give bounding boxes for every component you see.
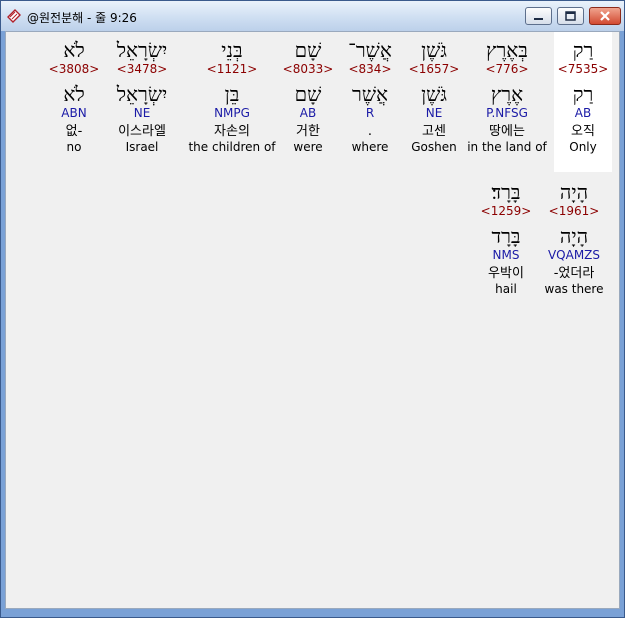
hebrew-surface: רַק bbox=[572, 38, 594, 62]
hebrew-lemma: גֹּשֶׁן bbox=[421, 82, 447, 106]
hebrew-surface: גֹּשֶׁן bbox=[421, 38, 447, 62]
english-gloss: were bbox=[293, 140, 323, 154]
word-column[interactable]: שָׁם <8033> שָׁם AB 거한 were bbox=[282, 38, 334, 154]
english-gloss: the children of bbox=[188, 140, 276, 154]
korean-gloss: 이스라엘 bbox=[118, 124, 166, 139]
english-gloss: hail bbox=[495, 282, 517, 296]
word-column[interactable]: בְּאֶרֶץ <776> אֶרֶץ P.NFSG 땅에는 in the l… bbox=[466, 38, 548, 154]
hebrew-lemma: בֵּן bbox=[224, 82, 240, 106]
hebrew-lemma: לֹא bbox=[63, 82, 85, 106]
word-column[interactable]: גֹּשֶׁן <1657> גֹּשֶׁן NE 고센 Goshen bbox=[406, 38, 462, 154]
hebrew-lemma: הָיָה bbox=[559, 224, 589, 248]
korean-gloss: 거한 bbox=[296, 124, 320, 139]
hebrew-surface: בָּרָד׃ bbox=[491, 180, 521, 204]
parsing-code: NE bbox=[425, 106, 443, 120]
maximize-icon bbox=[565, 11, 576, 21]
hebrew-lemma: אֶרֶץ bbox=[490, 82, 524, 106]
english-gloss: Goshen bbox=[411, 140, 457, 154]
parsing-code: AB bbox=[574, 106, 592, 120]
hebrew-surface: לֹא bbox=[63, 38, 85, 62]
hebrew-surface: יִשְׂרָאֵל bbox=[116, 38, 168, 62]
hebrew-surface: הָיָה bbox=[559, 180, 589, 204]
korean-gloss: 오직 bbox=[571, 124, 595, 139]
word-column[interactable]: בְּנֵי <1121> בֵּן NMPG 자손의 the children… bbox=[184, 38, 280, 154]
korean-gloss: 없- bbox=[65, 124, 83, 139]
strong-number[interactable]: <1961> bbox=[542, 204, 606, 218]
hebrew-surface: בְּאֶרֶץ bbox=[486, 38, 528, 62]
bible-tool-icon bbox=[7, 9, 21, 23]
strong-number[interactable]: <776> bbox=[466, 62, 548, 76]
parsing-code: R bbox=[365, 106, 375, 120]
korean-gloss: 고센 bbox=[422, 124, 446, 139]
hebrew-surface: אֲשֶׁר־ bbox=[348, 38, 392, 62]
word-column-selected[interactable]: רַק <7535> רַק AB 오직 Only bbox=[554, 38, 612, 154]
korean-gloss: . bbox=[367, 124, 373, 139]
strong-number[interactable]: <1657> bbox=[406, 62, 462, 76]
strong-number[interactable]: <3808> bbox=[46, 62, 102, 76]
maximize-button[interactable] bbox=[557, 7, 584, 25]
english-gloss: no bbox=[66, 140, 82, 154]
word-column[interactable]: הָיָה <1961> הָיָה VQAMZS -었더라 was there bbox=[542, 180, 606, 296]
word-column[interactable]: בָּרָד׃ <1259> בָּרָד NMS 우박이 hail bbox=[476, 180, 536, 296]
parsing-code: ABN bbox=[61, 106, 87, 120]
english-gloss: Only bbox=[569, 140, 597, 154]
hebrew-lemma: בָּרָד bbox=[491, 224, 521, 248]
hebrew-lemma: רַק bbox=[572, 82, 594, 106]
title-bar[interactable]: @원전분해 - 줄 9:26 bbox=[1, 1, 624, 31]
app-window: @원전분해 - 줄 9:26 לֹא <3808> לֹא ABN 없- no … bbox=[0, 0, 625, 618]
strong-number[interactable]: <1121> bbox=[184, 62, 280, 76]
korean-gloss: 땅에는 bbox=[489, 124, 525, 139]
strong-number[interactable]: <3478> bbox=[106, 62, 178, 76]
parsing-code: NMS bbox=[492, 248, 520, 262]
word-column[interactable]: אֲשֶׁר־ <834> אֲשֶׁר R . where bbox=[340, 38, 400, 154]
english-gloss: Israel bbox=[125, 140, 159, 154]
korean-gloss: -었더라 bbox=[553, 266, 595, 281]
hebrew-lemma: אֲשֶׁר bbox=[352, 82, 388, 106]
strong-number[interactable]: <1259> bbox=[476, 204, 536, 218]
word-column[interactable]: יִשְׂרָאֵל <3478> יִשְׂרָאֵל NE 이스라엘 Isr… bbox=[106, 38, 178, 154]
window-title: @원전분해 - 줄 9:26 bbox=[27, 11, 137, 25]
english-gloss: was there bbox=[544, 282, 604, 296]
strong-number[interactable]: <834> bbox=[340, 62, 400, 76]
strong-number[interactable]: <8033> bbox=[282, 62, 334, 76]
parsing-code: P.NFSG bbox=[486, 106, 528, 120]
parsing-code: NE bbox=[133, 106, 151, 120]
parsing-code: VQAMZS bbox=[547, 248, 601, 262]
minimize-button[interactable] bbox=[525, 7, 552, 25]
english-gloss: where bbox=[351, 140, 389, 154]
hebrew-lemma: שָׁם bbox=[294, 82, 322, 106]
minimize-icon bbox=[534, 18, 543, 20]
korean-gloss: 우박이 bbox=[488, 266, 524, 281]
close-button[interactable] bbox=[589, 7, 621, 25]
hebrew-lemma: יִשְׂרָאֵל bbox=[116, 82, 168, 106]
korean-gloss: 자손의 bbox=[214, 124, 250, 139]
parsing-code: NMPG bbox=[214, 106, 250, 120]
strong-number[interactable]: <7535> bbox=[554, 62, 612, 76]
analysis-pane[interactable]: לֹא <3808> לֹא ABN 없- no יִשְׂרָאֵל <347… bbox=[5, 31, 620, 609]
hebrew-surface: בְּנֵי bbox=[221, 38, 243, 62]
parsing-code: AB bbox=[299, 106, 317, 120]
hebrew-surface: שָׁם bbox=[294, 38, 322, 62]
english-gloss: in the land of bbox=[467, 140, 547, 154]
word-column[interactable]: לֹא <3808> לֹא ABN 없- no bbox=[46, 38, 102, 154]
close-icon bbox=[600, 11, 610, 21]
